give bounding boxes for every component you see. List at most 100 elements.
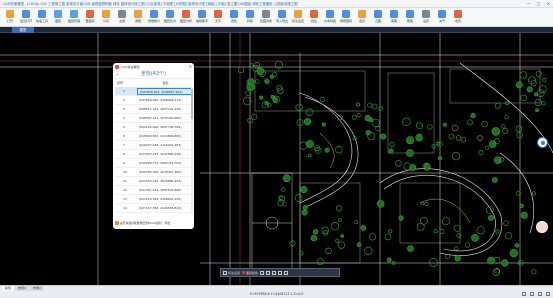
toolbar-item-7[interactable]: 全屏: [114, 8, 130, 26]
toolbar-item-6[interactable]: 分享: [98, 8, 114, 26]
toolbar-item-18[interactable]: 标注设置: [290, 8, 306, 26]
tree-symbol: [409, 164, 417, 171]
toolbar-item-15[interactable]: 转换: [242, 8, 258, 26]
layout-tab-1[interactable]: 布局1: [15, 286, 29, 291]
annotation-settings-button[interactable]: 标注设置: [223, 270, 240, 275]
toolbar-item-20[interactable]: 文本替换: [322, 8, 338, 26]
annotation-icon: [294, 10, 302, 18]
snap-icon[interactable]: [522, 292, 526, 296]
pan-icon[interactable]: [266, 270, 271, 275]
toolbar-item-9[interactable]: 测量统计: [146, 8, 162, 26]
coordinate-readout: X=597658.6 Y=4108713.1 Z=0.0: [249, 292, 304, 296]
toolbar-item-26[interactable]: 设置: [418, 8, 434, 26]
toolbar-item-8[interactable]: 测量: [130, 8, 146, 26]
toolbar-item-21[interactable]: 屏幕旋转: [338, 8, 354, 26]
toolbar-item-23[interactable]: 云图: [370, 8, 386, 26]
toolbar-item-24[interactable]: 客服: [386, 8, 402, 26]
column-coord: 坐标: [162, 80, 169, 85]
layout-tab-model[interactable]: 模型: [2, 286, 15, 291]
maximize-button[interactable]: □: [536, 1, 541, 6]
export-prompt[interactable]: 是否将坐标批量导出到Excel表格？ 导出: [115, 219, 193, 226]
tree-symbol: [501, 124, 506, 129]
row-index: 8: [123, 152, 125, 156]
layer-manager-icon: [70, 10, 78, 18]
tree-symbol: [452, 152, 461, 161]
toolbar-item-11[interactable]: 图层分析: [178, 8, 194, 26]
tree-symbol: [534, 99, 542, 107]
close-button[interactable]: ✕: [546, 1, 551, 6]
replace-icon: [326, 10, 334, 18]
compass-nav-icon[interactable]: [537, 137, 548, 148]
more-icon[interactable]: [284, 270, 289, 275]
list-item[interactable]: 4 (598087.311, 4070400.685): [115, 114, 192, 123]
layout-tab-2[interactable]: 布局2: [29, 286, 44, 291]
toolbar-item-12[interactable]: 编辑助手: [194, 8, 210, 26]
tree-symbol: [520, 211, 528, 219]
scroll-thumb[interactable]: [191, 89, 193, 119]
tree-symbol: [406, 136, 415, 145]
list-item[interactable]: 14 (627157.358, 4106556.816): [115, 204, 192, 213]
tree-symbol: [299, 141, 308, 150]
tree-symbol: [340, 234, 345, 238]
avatar[interactable]: [536, 221, 548, 233]
list-item[interactable]: 6 (615600.825, 4119800.850): [115, 132, 192, 141]
list-item[interactable]: 9 (619288.779, 4085716.702): [115, 159, 192, 168]
toolbar-item-28[interactable]: 会员: [450, 8, 466, 26]
tree-symbol: [281, 187, 286, 192]
toolbar-item-2[interactable]: 快速工具: [34, 8, 50, 26]
zoom-icon[interactable]: [260, 270, 265, 275]
row-coordinate: (616227.448, 4116001.387): [139, 143, 182, 147]
toolbar-item-3[interactable]: 图层: [50, 8, 66, 26]
toolbar-item-label: 编辑助手: [195, 19, 208, 23]
list-item[interactable]: 7 (616227.448, 4116001.387): [115, 141, 192, 150]
tree-symbol: [407, 245, 414, 252]
toolbar-item-19[interactable]: 批注: [306, 8, 322, 26]
tree-symbol: [368, 233, 377, 241]
tree-symbol: [427, 124, 433, 130]
row-coordinate: (597659.020, 4108626.174): [139, 98, 182, 102]
toolbar-item-25[interactable]: 帮助: [402, 8, 418, 26]
export-prompt-text[interactable]: 是否将坐标批量导出到Excel表格？ 导出: [120, 221, 170, 225]
tree-symbol: [325, 247, 332, 255]
list-item[interactable]: 2 (597659.020, 4108626.174): [115, 96, 192, 105]
layer-toggle-icon[interactable]: [278, 270, 283, 275]
list-item[interactable]: 12 (621407.415, 4087622.896): [115, 186, 192, 195]
toolbar-item-22[interactable]: 会员: [354, 8, 370, 26]
dialog-app-name: CAD快速看图: [121, 64, 140, 69]
row-coordinate: (621250.220, 4076880.403): [139, 179, 182, 183]
list-item[interactable]: 10 (620785.300, 4078447.350): [115, 168, 192, 177]
toolbar-item-label: 隐藏对象: [259, 19, 272, 23]
toolbar-item-13[interactable]: 文字: [210, 8, 226, 26]
tree-symbol: [460, 136, 466, 143]
toolbar-item-10[interactable]: 图纸比对: [162, 8, 178, 26]
layer-color-button[interactable]: 图层颜色: [242, 271, 258, 275]
fit-icon[interactable]: [272, 270, 277, 275]
cad-canvas[interactable]: [0, 33, 553, 285]
toolbar-item-1[interactable]: 最近打开: [18, 8, 34, 26]
ortho-icon[interactable]: [530, 292, 534, 296]
list-scrollbar[interactable]: [191, 87, 193, 214]
toolbar-item-5[interactable]: 量面积: [82, 8, 98, 26]
toolbar-item-4[interactable]: 图层管理: [66, 8, 82, 26]
dialog-close-button[interactable]: ✕: [189, 64, 192, 69]
list-item[interactable]: 1 (597650.694, 4108657.403): [115, 87, 192, 96]
toolbar-item-14[interactable]: 查找: [226, 8, 242, 26]
annotation-settings-icon: [223, 270, 227, 275]
minimize-button[interactable]: —: [526, 1, 531, 6]
toolbar-item-17[interactable]: 导入导出: [274, 8, 290, 26]
about-icon: [438, 10, 446, 18]
list-item[interactable]: 11 (621250.220, 4076880.403): [115, 177, 192, 186]
toolbar-item-27[interactable]: 关于: [434, 8, 450, 26]
settings-icon[interactable]: [546, 292, 550, 296]
list-item[interactable]: 5 (602105.200, 4097798.769): [115, 123, 192, 132]
list-item[interactable]: 3 (598011.152, 4097241.245): [115, 105, 192, 114]
toolbar-item-0[interactable]: 打开: [2, 8, 18, 26]
row-index: 4: [123, 116, 125, 120]
toolbar-item-16[interactable]: 隐藏对象: [258, 8, 274, 26]
toolbar-item-label: 批注: [310, 19, 317, 23]
tree-symbol: [324, 147, 330, 153]
list-item[interactable]: 13 (621519.383, 4108654.155): [115, 195, 192, 204]
grid-icon[interactable]: [538, 292, 542, 296]
row-coordinate: (621519.383, 4108654.155): [139, 197, 182, 201]
list-item[interactable]: 8 (617025.276, 4047885.228): [115, 150, 192, 159]
